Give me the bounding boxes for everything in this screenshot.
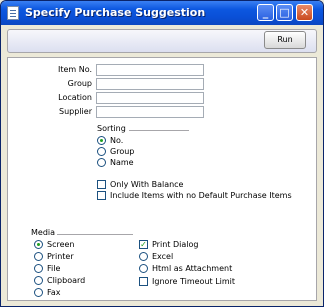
minimize-icon: _ (262, 6, 269, 19)
html-attachment-radio[interactable] (139, 264, 148, 273)
include-items-checkbox[interactable] (97, 191, 106, 200)
supplier-label: Supplier (59, 107, 92, 116)
location-field[interactable] (96, 92, 204, 104)
media-divider (57, 234, 133, 235)
location-label: Location (58, 93, 92, 102)
dialog-window: Specify Purchase Suggestion _ □ ✕ Run It… (0, 0, 324, 307)
item-no-label: Item No. (57, 65, 92, 74)
close-icon: ✕ (299, 6, 310, 19)
ignore-timeout-label: Ignore Timeout Limit (152, 277, 236, 286)
supplier-field[interactable] (96, 106, 204, 118)
print-dialog-label: Print Dialog (152, 240, 199, 249)
media-file-label: File (47, 264, 61, 273)
html-attachment-label: Html as Attachment (152, 264, 233, 273)
sorting-divider (129, 130, 189, 131)
ignore-timeout-checkbox[interactable] (139, 277, 148, 286)
print-dialog-checkbox[interactable]: ✓ (139, 240, 148, 249)
media-clipboard-label: Clipboard (47, 276, 86, 285)
maximize-button[interactable]: □ (276, 4, 293, 21)
title-bar[interactable]: Specify Purchase Suggestion _ □ ✕ (1, 1, 323, 25)
close-button[interactable]: ✕ (296, 4, 313, 21)
include-items-label: Include Items with no Default Purchase I… (110, 191, 292, 200)
maximize-icon: □ (279, 6, 290, 19)
sort-group-label: Group (110, 147, 135, 156)
checkmark-icon: ✓ (140, 240, 147, 249)
excel-radio[interactable] (139, 252, 148, 261)
media-clipboard-radio[interactable] (34, 276, 43, 285)
excel-label: Excel (152, 252, 174, 261)
media-screen-radio[interactable] (34, 240, 43, 249)
media-printer-label: Printer (47, 252, 74, 261)
media-printer-radio[interactable] (34, 252, 43, 261)
group-field[interactable] (96, 78, 204, 90)
document-icon (7, 6, 19, 20)
run-button[interactable]: Run (264, 31, 306, 49)
sort-name-label: Name (110, 158, 134, 167)
media-file-radio[interactable] (34, 264, 43, 273)
window-title: Specify Purchase Suggestion (25, 6, 206, 19)
minimize-button[interactable]: _ (257, 4, 274, 21)
media-fax-label: Fax (47, 288, 61, 297)
only-with-balance-label: Only With Balance (110, 180, 184, 189)
item-no-field[interactable] (96, 64, 204, 76)
group-label: Group (67, 79, 92, 88)
sort-no-label: No. (110, 136, 124, 145)
media-fax-radio[interactable] (34, 288, 43, 297)
media-title: Media (31, 228, 56, 237)
sort-name-radio[interactable] (97, 158, 106, 167)
only-with-balance-checkbox[interactable] (97, 180, 106, 189)
sort-group-radio[interactable] (97, 147, 106, 156)
sort-no-radio[interactable] (97, 136, 106, 145)
sorting-title: Sorting (97, 124, 126, 133)
media-screen-label: Screen (47, 240, 75, 249)
